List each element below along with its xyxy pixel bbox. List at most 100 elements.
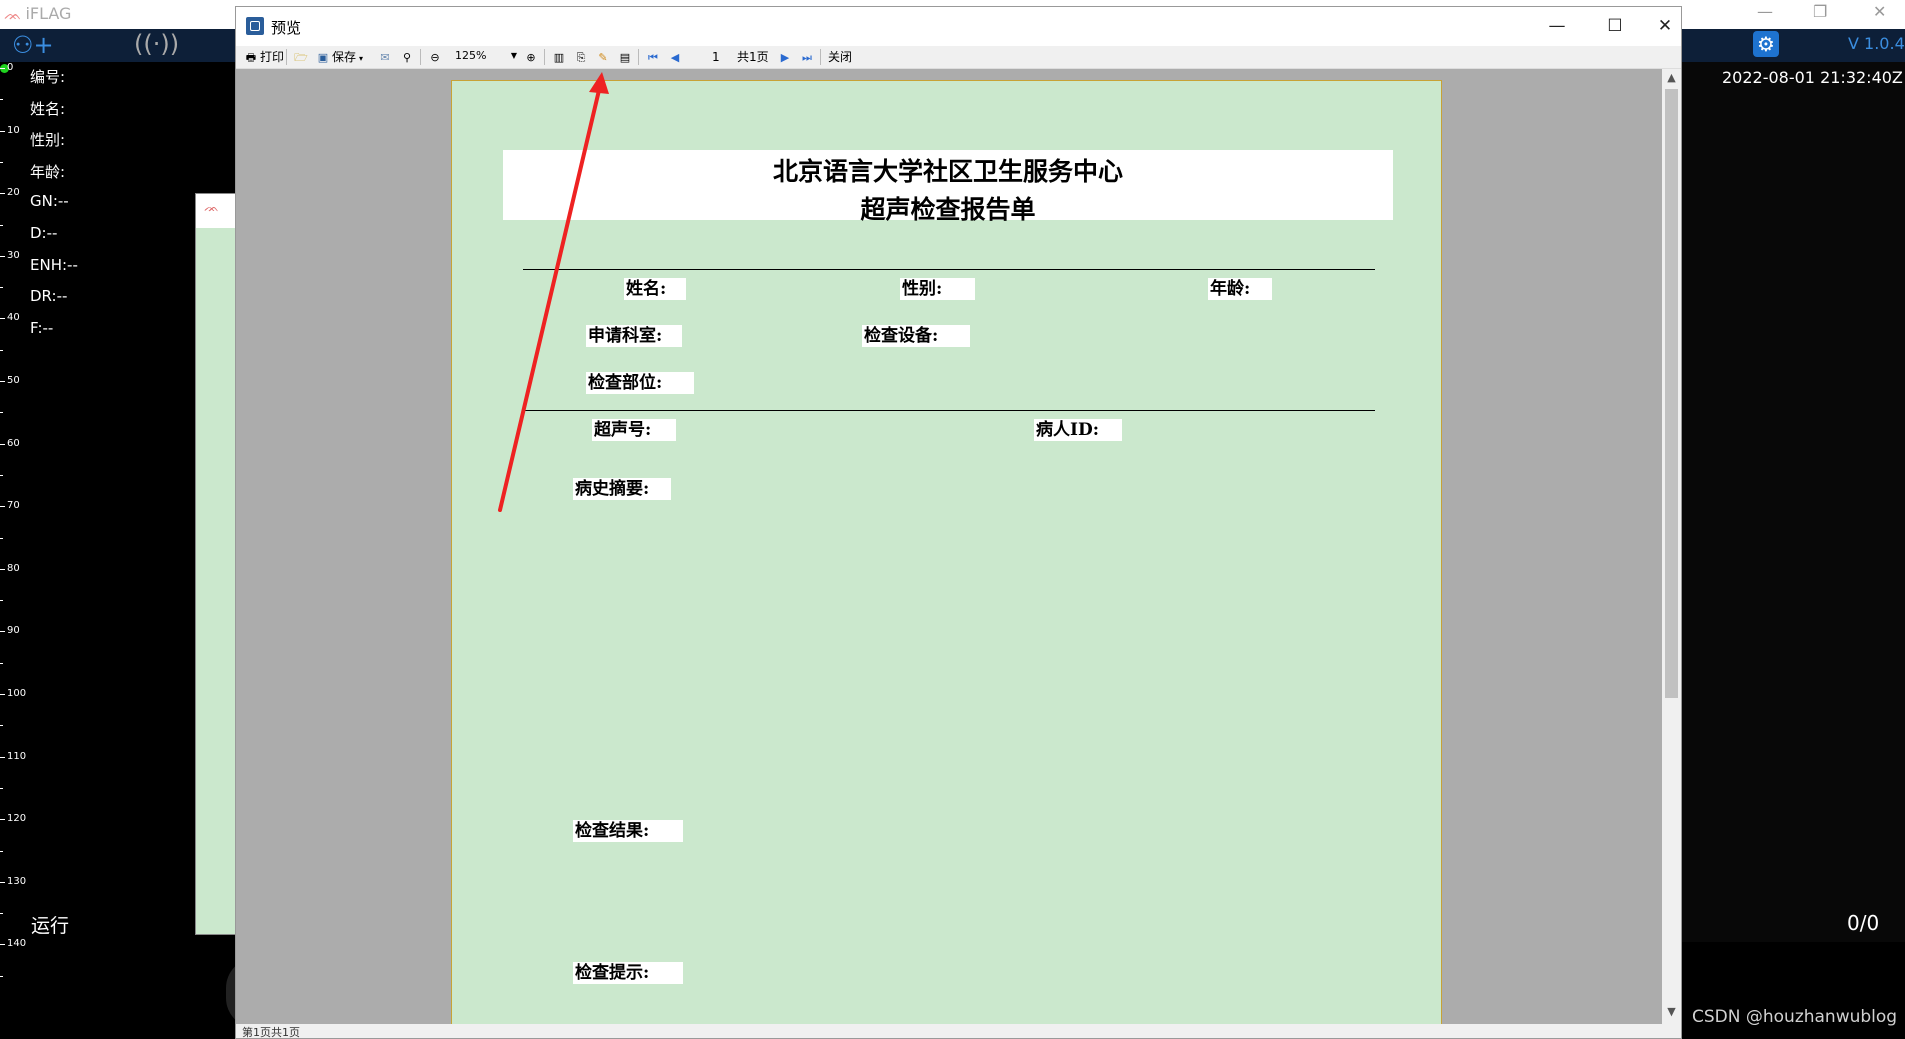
settings-gear-icon[interactable]: ⚙	[1753, 31, 1779, 57]
print-button[interactable]: 🖶 打印	[244, 49, 284, 65]
scale-label: 50	[7, 375, 20, 386]
scale-tick	[0, 443, 5, 445]
edit-page-icon: ✎	[598, 50, 608, 64]
floppy-disk-icon: ▣	[317, 50, 329, 64]
close-preview-button[interactable]: 关闭	[828, 49, 852, 65]
page-layout-icon: ▥	[553, 50, 565, 64]
zoom-in-button[interactable]: ⊕	[524, 49, 540, 65]
vertical-scrollbar[interactable]: ▲ ▼	[1662, 69, 1681, 1024]
field-history: 病史摘要:	[573, 478, 671, 500]
zoom-out-button[interactable]: ⊖	[428, 49, 444, 65]
add-person-icon[interactable]: ⚇+	[12, 31, 54, 59]
field-hint: 检查提示:	[573, 962, 683, 984]
toolbar-separator	[820, 49, 821, 65]
page-number-input[interactable]: 1	[712, 49, 720, 65]
field-ultrasound-no: 超声号:	[592, 419, 676, 441]
watermark: CSDN @houzhanwublog	[1692, 1007, 1898, 1027]
version-label: V 1.0.4	[1848, 34, 1905, 53]
preview-titlebar: 预览 — ☐ ✕	[236, 7, 1681, 46]
depth-scale: 0 10 20 30 40 50 60 70 80 90 100 110 120 130 140	[0, 60, 26, 977]
page-setup-button[interactable]: ▥	[552, 49, 568, 65]
scale-minor-tick	[0, 287, 3, 289]
find-button[interactable]: ⚲	[400, 49, 416, 65]
info-label: ENH:--	[30, 255, 78, 274]
zoom-select[interactable]: 125% ▼	[451, 48, 519, 64]
zoom-in-icon: ⊕	[526, 50, 536, 64]
next-page-button[interactable]: ▶	[778, 49, 794, 65]
restore-icon[interactable]: ❐	[1813, 2, 1827, 21]
frame-count: 0/0	[1847, 911, 1880, 935]
scale-tick	[0, 881, 5, 883]
open-button[interactable]: 🗁	[294, 49, 310, 65]
field-device: 检查设备:	[862, 325, 970, 347]
preview-toolbar: 🖶 打印 🗁 ▣ 保存 ▾ ✉ ⚲ ⊖ 125% ▼ ⊕ ▥ ⎘ ✎ ▤ ⏮ ◀ 1 共…	[236, 46, 1681, 69]
toolbar-separator	[544, 49, 545, 65]
first-page-button[interactable]: ⏮	[646, 49, 662, 65]
page-zoom-button[interactable]: ⎘	[574, 49, 590, 65]
scale-tick	[0, 944, 5, 946]
edit-page-button[interactable]: ✎	[596, 49, 612, 65]
scale-tick	[0, 193, 5, 195]
previous-page-button[interactable]: ◀	[668, 49, 684, 65]
scale-tick	[0, 381, 5, 382]
scale-minor-tick	[0, 349, 3, 351]
scroll-down-icon[interactable]: ▼	[1662, 1005, 1681, 1022]
document-icon: ▤	[619, 50, 631, 64]
scale-label: 10	[7, 124, 20, 136]
info-label: F:--	[30, 318, 54, 337]
scale-minor-tick	[0, 412, 3, 414]
close-icon[interactable]: ✕	[1873, 2, 1886, 21]
divider-line	[523, 410, 1375, 411]
info-label: 性别:	[30, 131, 66, 150]
field-name: 姓名:	[624, 278, 686, 300]
field-exam-part: 检查部位:	[586, 372, 694, 394]
datetime-display: 2022-08-01 21:32:40Z	[1722, 68, 1903, 87]
page-total-label: 共1页	[737, 50, 769, 64]
scale-label: 0	[7, 62, 14, 73]
toolbar-separator	[420, 49, 421, 65]
scale-tick	[0, 631, 5, 633]
preview-close-button[interactable]: ✕	[1648, 11, 1681, 41]
field-age: 年龄:	[1208, 278, 1272, 300]
minimize-icon[interactable]: —	[1757, 2, 1773, 21]
scale-minor-tick	[0, 99, 3, 101]
preview-window: 预览 — ☐ ✕ 🖶 打印 🗁 ▣ 保存 ▾ ✉ ⚲ ⊖ 125% ▼ ⊕ ▥ ⎘ ✎ …	[235, 6, 1682, 1039]
preview-statusbar: 第1页共1页	[236, 1024, 1681, 1038]
preview-window-title: 预览	[271, 19, 302, 37]
preview-maximize-button[interactable]: ☐	[1590, 11, 1640, 41]
folder-open-icon: 🗁	[294, 50, 308, 64]
scale-label: 70	[7, 500, 20, 512]
dropdown-arrow-icon: ▾	[359, 54, 364, 63]
printer-icon: 🖶	[245, 50, 257, 64]
field-department: 申请科室:	[586, 325, 682, 347]
preview-minimize-button[interactable]: —	[1532, 11, 1582, 41]
last-page-icon: ⏭	[802, 50, 812, 64]
scale-minor-tick	[0, 662, 3, 664]
iflag-logo-icon: ᨏ	[4, 7, 22, 23]
background-small-window: ᨏ	[195, 193, 240, 935]
info-label: GN:--	[30, 192, 69, 211]
toolbar-separator	[638, 49, 639, 65]
page-magnify-icon: ⎘	[576, 50, 586, 64]
signal-antenna-icon[interactable]: ((·))	[134, 30, 179, 58]
scroll-thumb[interactable]	[1665, 89, 1678, 698]
last-page-button[interactable]: ⏭	[800, 49, 816, 65]
background-app-title: ᨏ iFLAG	[4, 4, 72, 23]
scroll-up-icon[interactable]: ▲	[1662, 71, 1681, 88]
scale-tick	[0, 255, 5, 257]
scale-minor-tick	[0, 725, 3, 727]
scale-minor-tick	[0, 600, 3, 602]
info-label: 姓名:	[30, 99, 66, 118]
info-label: 编号:	[30, 68, 66, 86]
scale-minor-tick	[0, 975, 3, 977]
scale-label: 40	[7, 312, 20, 324]
save-button[interactable]: ▣ 保存 ▾	[316, 49, 363, 65]
report-title: 超声检查报告单	[860, 195, 1036, 224]
watermark-button[interactable]: ▤	[618, 49, 634, 65]
email-button[interactable]: ✉	[378, 49, 394, 65]
scale-minor-tick	[0, 913, 3, 915]
scale-tick	[0, 68, 5, 69]
zoom-out-icon: ⊖	[430, 50, 440, 64]
organization-name: 北京语言大学社区卫生服务中心	[772, 157, 1123, 186]
scale-label: 80	[7, 562, 20, 574]
